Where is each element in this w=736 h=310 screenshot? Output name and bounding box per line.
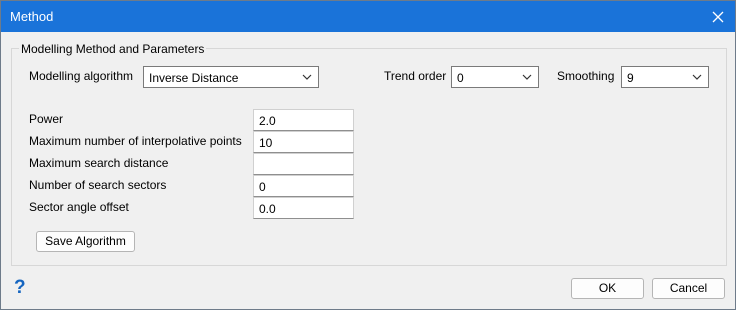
ok-button[interactable]: OK <box>571 278 644 299</box>
method-dialog: Method Modelling Method and Parameters M… <box>0 0 736 310</box>
title-bar: Method <box>1 1 735 32</box>
help-icon[interactable]: ? <box>14 277 26 299</box>
search-sectors-value: 0 <box>259 180 266 194</box>
sector-angle-offset-label: Sector angle offset <box>29 200 129 214</box>
smoothing-select[interactable]: 9 <box>621 66 709 88</box>
close-icon <box>712 11 724 22</box>
cancel-label: Cancel <box>669 281 708 295</box>
trend-order-label: Trend order <box>384 69 447 83</box>
algorithm-label: Modelling algorithm <box>29 69 134 83</box>
trend-order-value: 0 <box>457 71 464 85</box>
max-interpolative-points-label: Maximum number of interpolative points <box>29 134 242 148</box>
algorithm-select[interactable]: Inverse Distance <box>143 66 319 88</box>
sector-angle-offset-value: 0.0 <box>259 202 276 216</box>
max-interpolative-points-value: 10 <box>259 136 273 150</box>
max-search-distance-label: Maximum search distance <box>29 156 169 170</box>
search-sectors-input[interactable]: 0 <box>253 175 354 197</box>
algorithm-value: Inverse Distance <box>149 71 239 85</box>
chevron-down-icon <box>692 74 702 80</box>
save-algorithm-button[interactable]: Save Algorithm <box>36 231 135 252</box>
group-title: Modelling Method and Parameters <box>19 42 207 56</box>
close-button[interactable] <box>701 1 735 32</box>
cancel-button[interactable]: Cancel <box>652 278 725 299</box>
save-algorithm-label: Save Algorithm <box>45 234 126 248</box>
chevron-down-icon <box>522 74 532 80</box>
power-label: Power <box>29 112 64 126</box>
window-title: Method <box>10 9 54 24</box>
power-input[interactable]: 2.0 <box>253 109 354 131</box>
trend-order-select[interactable]: 0 <box>451 66 539 88</box>
power-value: 2.0 <box>259 114 276 128</box>
ok-label: OK <box>598 281 617 295</box>
smoothing-value: 9 <box>627 71 634 85</box>
chevron-down-icon <box>302 74 312 80</box>
max-search-distance-input[interactable] <box>253 153 354 175</box>
max-interpolative-points-input[interactable]: 10 <box>253 131 354 153</box>
sector-angle-offset-input[interactable]: 0.0 <box>253 197 354 219</box>
search-sectors-label: Number of search sectors <box>29 178 167 192</box>
smoothing-label: Smoothing <box>557 69 615 83</box>
